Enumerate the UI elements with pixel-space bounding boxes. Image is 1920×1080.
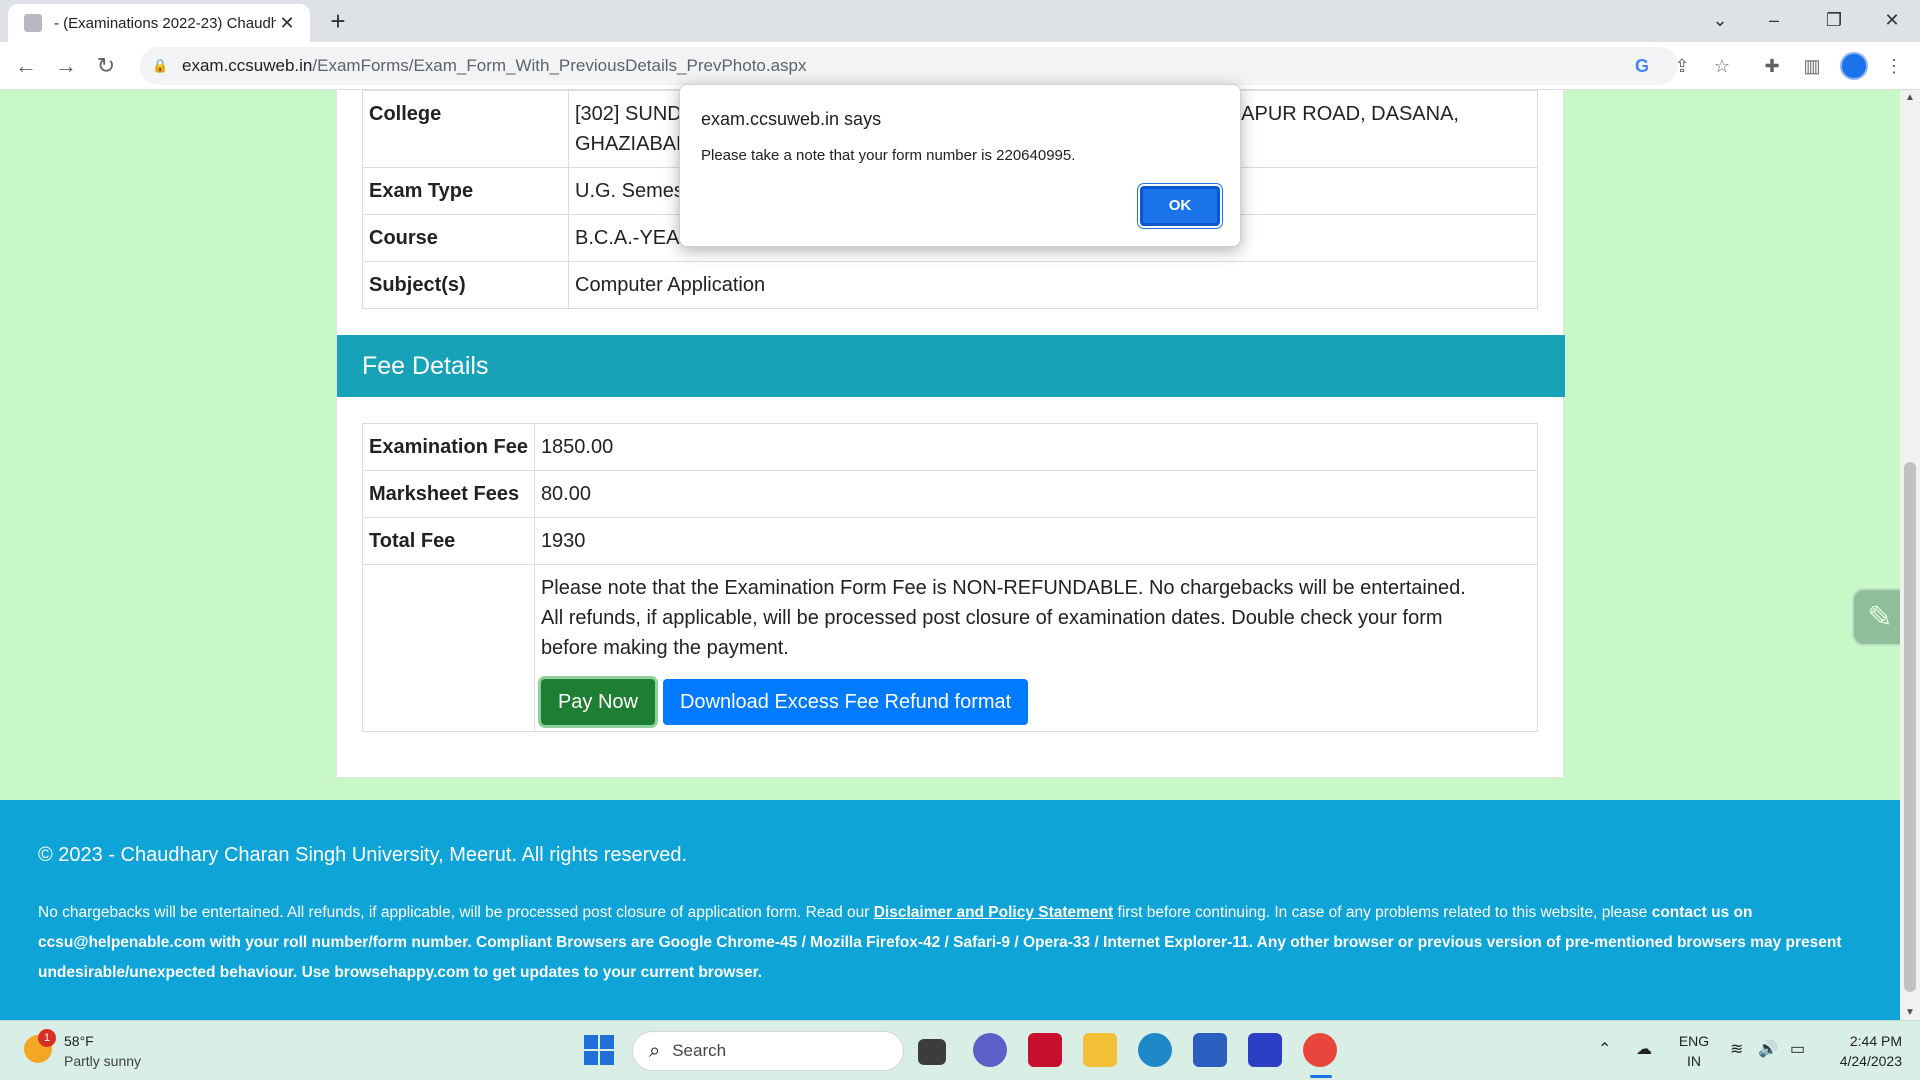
back-icon[interactable]: ← [10, 50, 42, 82]
payment-cell: Please note that the Examination Form Fe… [533, 564, 1539, 732]
search-label: Search [672, 1041, 727, 1060]
site-footer: © 2023 - Chaudhary Charan Singh Universi… [0, 800, 1900, 1020]
table-row: Subject(s) Computer Application [362, 261, 1538, 309]
fee-table: Examination Fee 1850.00 Marksheet Fees 8… [362, 423, 1539, 732]
forward-icon[interactable]: → [50, 50, 82, 82]
url-host: exam.ccsuweb.in [182, 56, 313, 75]
weather-temperature: 58°F [64, 1033, 94, 1049]
page-scrollbar[interactable]: ▲ ▼ [1900, 90, 1920, 1020]
extensions-puzzle-icon[interactable]: ✚ [1756, 50, 1788, 82]
download-refund-format-button[interactable]: Download Excess Fee Refund format [662, 679, 1029, 725]
table-row: Marksheet Fees 80.00 [362, 470, 1539, 518]
close-window-icon[interactable]: ✕ [1864, 0, 1920, 42]
url-path: /ExamForms/Exam_Form_With_PreviousDetail… [312, 56, 807, 75]
system-clock[interactable]: 2:44 PM 4/24/2023 [1826, 1031, 1902, 1071]
footer-note-text-2: first before continuing. In case of any … [1113, 904, 1652, 921]
clock-time: 2:44 PM [1849, 1033, 1902, 1049]
address-bar[interactable]: 🔒 exam.ccsuweb.in/ExamForms/Exam_Form_Wi… [140, 47, 1678, 85]
info-label: Exam Type [362, 167, 569, 215]
fee-label: Total Fee [362, 517, 535, 565]
active-app-indicator [1310, 1075, 1332, 1078]
show-hidden-icons-icon[interactable]: ⌃ [1598, 1039, 1611, 1059]
info-value: Computer Application [568, 261, 1538, 309]
disclaimer-policy-link[interactable]: Disclaimer and Policy Statement [874, 904, 1113, 921]
table-row: Examination Fee 1850.00 [362, 423, 1539, 471]
dialog-message: Please take a note that your form number… [701, 147, 1076, 164]
footer-copyright: © 2023 - Chaudhary Charan Singh Universi… [38, 844, 688, 866]
dialog-ok-button[interactable]: OK [1140, 186, 1220, 226]
fee-label: Marksheet Fees [362, 470, 535, 518]
task-view-icon[interactable] [918, 1039, 946, 1065]
alert-dialog: exam.ccsuweb.in says Please take a note … [679, 84, 1241, 247]
fee-value: 80.00 [533, 470, 1539, 518]
region-code: IN [1687, 1053, 1701, 1069]
chrome-icon[interactable] [1303, 1033, 1337, 1067]
table-row: Total Fee 1930 [362, 517, 1539, 565]
fee-label: Examination Fee [362, 423, 535, 471]
footer-notice: No chargebacks will be entertained. All … [38, 898, 1858, 988]
fee-value: 1850.00 [533, 423, 1539, 471]
restore-icon[interactable]: ❐ [1806, 0, 1862, 42]
info-label: College [362, 90, 569, 168]
address-toolbar: ← → ↻ 🔒 exam.ccsuweb.in/ExamForms/Exam_F… [0, 42, 1920, 90]
mcafee-icon[interactable] [1028, 1033, 1062, 1067]
windows-taskbar: 1 58°F Partly sunny ⌕ Search ⌃ ☁ ENG IN … [0, 1020, 1920, 1080]
input-language[interactable]: ENG IN [1676, 1031, 1712, 1071]
tab-title: - (Examinations 2022-23) Chaudh [54, 14, 276, 32]
tab-search-chevron-icon[interactable]: ⌄ [1692, 0, 1748, 42]
assistant-icon: ✎ [1867, 601, 1893, 634]
profile-avatar[interactable] [1840, 52, 1868, 80]
file-explorer-icon[interactable] [1083, 1033, 1117, 1067]
floating-assistant-widget[interactable]: ✎ [1852, 588, 1900, 646]
scrollbar-thumb[interactable] [1904, 462, 1916, 992]
volume-icon[interactable]: 🔊 [1758, 1039, 1778, 1059]
minimize-icon[interactable]: – [1746, 0, 1802, 42]
empty-cell [362, 564, 535, 732]
wifi-icon[interactable]: ≋ [1730, 1039, 1743, 1059]
taskbar-search[interactable]: ⌕ Search [632, 1031, 904, 1071]
teams-chat-icon[interactable] [973, 1033, 1007, 1067]
table-row: Please note that the Examination Form Fe… [362, 564, 1539, 732]
fee-details-header: Fee Details [337, 335, 1565, 397]
payment-actions: Pay Now Download Excess Fee Refund format [540, 679, 1531, 725]
site-favicon-icon [24, 14, 42, 32]
scroll-down-arrow-icon[interactable]: ▼ [1900, 1007, 1920, 1018]
footer-note-text: No chargebacks will be entertained. All … [38, 904, 874, 921]
edge-browser-icon[interactable] [1138, 1033, 1172, 1067]
side-panel-icon[interactable]: ▥ [1796, 50, 1828, 82]
lock-icon: 🔒 [152, 58, 169, 73]
info-label: Subject(s) [362, 261, 569, 309]
reload-icon[interactable]: ↻ [90, 50, 122, 82]
language-code: ENG [1678, 1033, 1710, 1049]
fee-value: 1930 [533, 517, 1539, 565]
college-value-left: [302] SUND [575, 103, 682, 125]
battery-icon[interactable]: ▭ [1790, 1039, 1805, 1059]
new-tab-icon[interactable]: + [322, 6, 354, 38]
refund-notice: Please note that the Examination Form Fe… [540, 577, 1466, 659]
onedrive-cloud-icon[interactable]: ☁ [1636, 1039, 1652, 1059]
college-value-right: -HAPUR ROAD, DASANA, [1220, 103, 1459, 125]
search-icon: ⌕ [649, 1039, 661, 1062]
browser-tab[interactable]: - (Examinations 2022-23) Chaudh ✕ [8, 4, 310, 42]
info-label: Course [362, 214, 569, 262]
close-tab-icon[interactable]: ✕ [276, 13, 298, 34]
pay-now-button[interactable]: Pay Now [540, 679, 655, 725]
windows-start-icon[interactable] [584, 1035, 614, 1065]
microsoft-store-icon[interactable] [1193, 1033, 1227, 1067]
bookmark-star-icon[interactable]: ☆ [1706, 50, 1738, 82]
browser-menu-icon[interactable]: ⋮ [1878, 50, 1910, 82]
pen-app-icon[interactable] [1248, 1033, 1282, 1067]
dialog-title: exam.ccsuweb.in says [701, 109, 882, 129]
share-icon[interactable]: ⇪ [1666, 50, 1698, 82]
google-lens-icon[interactable]: G [1626, 50, 1658, 82]
browser-tab-strip: - (Examinations 2022-23) Chaudh ✕ + ⌄ – … [0, 0, 1920, 42]
clock-date: 4/24/2023 [1839, 1053, 1902, 1069]
scroll-up-arrow-icon[interactable]: ▲ [1900, 92, 1920, 103]
notification-badge: 1 [38, 1029, 56, 1047]
weather-condition: Partly sunny [64, 1053, 142, 1069]
